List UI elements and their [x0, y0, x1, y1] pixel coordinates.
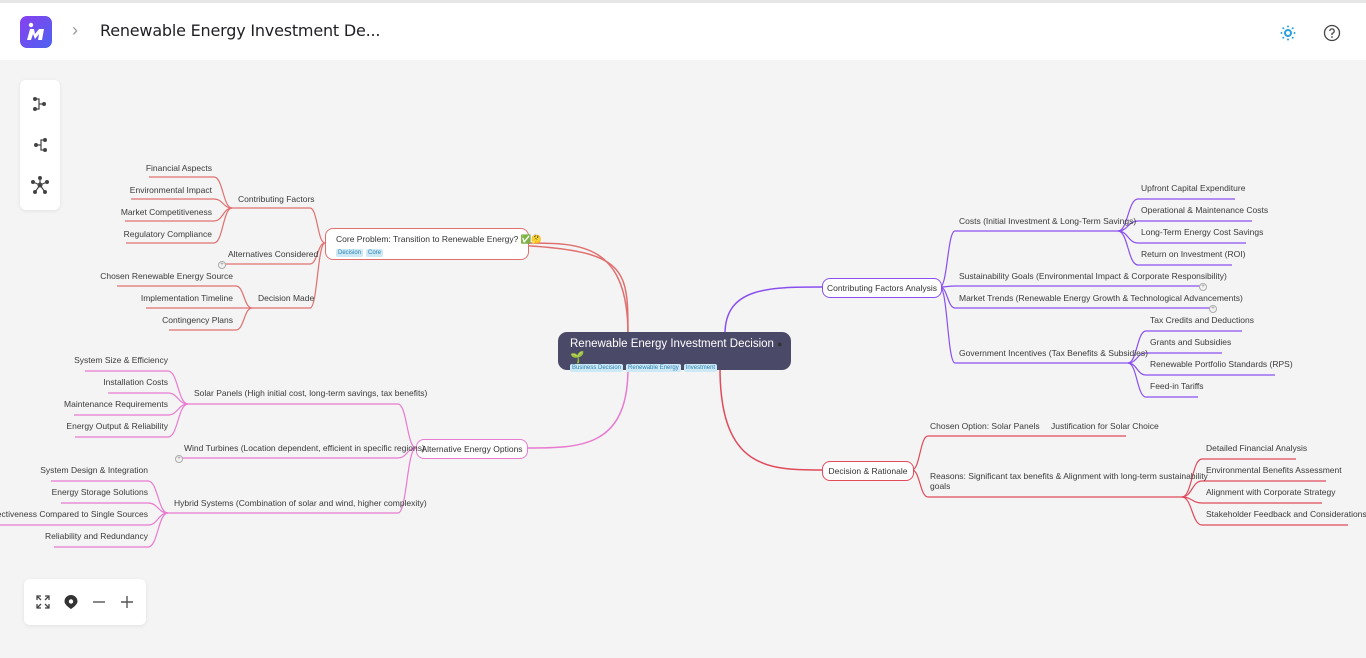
leaf-node[interactable]: Long-Term Energy Cost Savings	[1141, 227, 1263, 237]
leaf-node[interactable]: Maintenance Requirements	[64, 399, 168, 409]
core-tags: Decision Core	[336, 246, 386, 257]
leaf-node[interactable]: Environmental Benefits Assessment	[1206, 465, 1342, 475]
connector	[939, 230, 956, 288]
leaf-node[interactable]: Energy Output & Reliability	[66, 421, 168, 431]
core-problem-node[interactable]: Core Problem: Transition to Renewable En…	[325, 228, 542, 260]
connector	[911, 469, 929, 498]
node-hybrid-systems[interactable]: Hybrid Systems (Combination of solar and…	[174, 498, 427, 508]
node-reasons[interactable]: Reasons: Significant tax benefits & Alig…	[930, 471, 1208, 481]
leaf-node[interactable]: System Design & Integration	[40, 465, 148, 475]
leaf-node[interactable]: Energy Storage Solutions	[52, 487, 148, 497]
alternative-energy-options-node[interactable]: Alternative Energy Options	[416, 439, 528, 459]
leaf-node[interactable]: Upfront Capital Expenditure	[1141, 183, 1245, 193]
connector	[939, 285, 956, 288]
expand-node-icon[interactable]: +	[218, 261, 226, 269]
leaf-node[interactable]: Regulatory Compliance	[124, 229, 212, 239]
node-sustainability-goals[interactable]: Sustainability Goals (Environmental Impa…	[959, 271, 1227, 281]
core-problem-label: Core Problem: Transition to Renewable En…	[336, 234, 542, 244]
decision-rationale-node[interactable]: Decision & Rationale	[822, 461, 914, 481]
connector	[235, 285, 253, 309]
header-bar: › Renewable Energy Investment De...	[0, 3, 1366, 60]
connector	[911, 435, 929, 471]
leaf-node[interactable]: Chosen Renewable Energy Source	[100, 271, 233, 281]
branch-factors	[724, 286, 823, 335]
connector	[397, 403, 417, 449]
breadcrumb-separator: ›	[72, 20, 78, 40]
contributing-factors-analysis-node[interactable]: Contributing Factors Analysis	[822, 278, 942, 298]
branch-core	[526, 242, 629, 336]
root-node[interactable]: Renewable Energy Investment Decision ● 🌱…	[558, 332, 791, 372]
node-government-incentives[interactable]: Government Incentives (Tax Benefits & Su…	[959, 348, 1148, 358]
leaf-node[interactable]: Contingency Plans	[162, 315, 233, 325]
connector	[1181, 480, 1203, 498]
leaf-node[interactable]: Implementation Timeline	[141, 293, 233, 303]
leaf-node[interactable]: Renewable Portfolio Standards (RPS)	[1150, 359, 1293, 369]
expand-node-icon[interactable]: +	[175, 455, 183, 463]
leaf-node[interactable]: Financial Aspects	[146, 163, 212, 173]
leaf-node[interactable]: Cost-Effectiveness Compared to Single So…	[0, 509, 148, 519]
connector	[213, 207, 233, 244]
node-alternatives-considered[interactable]: Alternatives Considered	[228, 249, 318, 259]
leaf-node[interactable]: Grants and Subsidies	[1150, 337, 1231, 347]
tag-badge[interactable]: Core	[366, 249, 384, 257]
leaf-node[interactable]: System Size & Efficiency	[74, 355, 168, 365]
leaf-node[interactable]: Tax Credits and Deductions	[1150, 315, 1254, 325]
leaf-node[interactable]: Installation Costs	[103, 377, 168, 387]
tag-badge[interactable]: Business Decision	[570, 364, 624, 372]
help-icon[interactable]	[1322, 23, 1342, 43]
leaf-node[interactable]: Market Competitiveness	[121, 207, 212, 217]
node-reasons-line2[interactable]: goals	[930, 481, 950, 491]
expand-node-icon[interactable]: +	[1209, 305, 1217, 313]
leaf-node[interactable]: Stakeholder Feedback and Considerations	[1206, 509, 1366, 519]
leaf-node[interactable]: Alignment with Corporate Strategy	[1206, 487, 1335, 497]
root-tags: Business Decision Renewable Energy Investm…	[570, 356, 720, 374]
theme-toggle-icon[interactable]	[1278, 23, 1298, 43]
logo-m-icon	[27, 22, 44, 40]
node-solar-panels[interactable]: Solar Panels (High initial cost, long-te…	[194, 388, 427, 398]
connector	[1181, 496, 1203, 526]
node-market-trends[interactable]: Market Trends (Renewable Energy Growth &…	[959, 293, 1243, 303]
status-dot-icon: ●	[777, 339, 783, 349]
app-logo[interactable]	[20, 16, 52, 48]
node-chosen-option[interactable]: Chosen Option: Solar Panels	[930, 421, 1040, 431]
leaf-node[interactable]: Reliability and Redundancy	[45, 531, 148, 541]
branch-alternatives	[526, 367, 629, 449]
leaf-node[interactable]: Detailed Financial Analysis	[1206, 443, 1307, 453]
node-contributing-factors[interactable]: Contributing Factors	[238, 194, 315, 204]
leaf-node[interactable]: Justification for Solar Choice	[1051, 421, 1159, 431]
node-decision-made[interactable]: Decision Made	[258, 293, 314, 303]
node-wind-turbines[interactable]: Wind Turbines (Location dependent, effic…	[184, 443, 425, 453]
connector	[309, 207, 326, 244]
tag-badge[interactable]: Renewable Energy	[626, 364, 681, 372]
branch-decision	[719, 367, 823, 471]
tag-badge[interactable]: Decision	[336, 249, 364, 257]
leaf-node[interactable]: Environmental Impact	[130, 185, 212, 195]
node-costs[interactable]: Costs (Initial Investment & Long-Term Sa…	[959, 216, 1136, 226]
leaf-node[interactable]: Return on Investment (ROI)	[1141, 249, 1245, 259]
leaf-node[interactable]: Feed-in Tariffs	[1150, 381, 1204, 391]
expand-node-icon[interactable]: +	[1199, 283, 1207, 291]
connector	[235, 307, 253, 331]
leaf-node[interactable]: Operational & Maintenance Costs	[1141, 205, 1268, 215]
tag-badge[interactable]: Investment	[683, 364, 718, 372]
page-title: Renewable Energy Investment De...	[100, 21, 381, 40]
